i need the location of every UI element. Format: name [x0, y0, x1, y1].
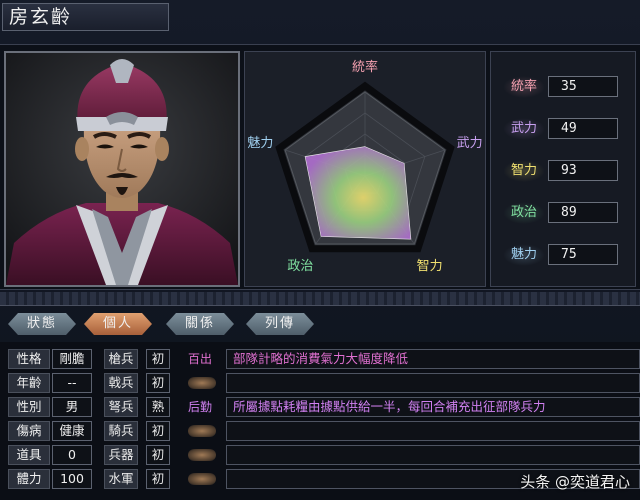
profile-value-personality: 剛膽 [52, 349, 92, 369]
profile-value-injury: 健康 [52, 421, 92, 441]
skill-desc-1: 部隊計略的消費氣力大幅度降低 [226, 349, 640, 369]
tab-relations[interactable]: 關係 [166, 313, 234, 335]
skill-empty-icon-5 [188, 449, 216, 461]
profile-label-injury: 傷病 [8, 421, 50, 441]
unit-grade-cavalry: 初 [146, 421, 170, 441]
unit-grade-crossbow: 熟 [146, 397, 170, 417]
tab-personal[interactable]: 個人 [84, 313, 152, 335]
stat-value-command: 35 [548, 76, 618, 97]
profile-value-items: 0 [52, 445, 92, 465]
unit-label-navy: 水軍 [104, 469, 138, 489]
stat-value-intelligence: 93 [548, 160, 618, 181]
stat-label-intelligence: 智力 [503, 160, 545, 182]
profile-value-age: -- [52, 373, 92, 393]
stat-row-war: 武力 49 [503, 118, 633, 140]
profile-label-age: 年齡 [8, 373, 50, 393]
tab-biography[interactable]: 列傳 [246, 313, 314, 335]
unit-grade-navy: 初 [146, 469, 170, 489]
skill-tag-1: 百出 [187, 352, 212, 366]
skill-desc-3: 所屬據點耗糧由據點供給一半，每回合補充出征部隊兵力 [226, 397, 640, 417]
stat-value-charisma: 75 [548, 244, 618, 265]
skill-empty-icon-6 [188, 473, 216, 485]
watermark: 头条 @奕道君心 [520, 473, 630, 491]
radar-axis-label-4: 政治 [287, 259, 313, 274]
profile-label-personality: 性格 [8, 349, 50, 369]
top-panel: 統率 武力 智力 政治 魅力 統率 35 武力 49 智力 93 政治 89 魅力 75 [0, 44, 640, 290]
unit-label-halberd: 戟兵 [104, 373, 138, 393]
stat-row-politics: 政治 89 [503, 202, 633, 224]
stat-label-politics: 政治 [503, 202, 545, 224]
unit-grade-halberd: 初 [146, 373, 170, 393]
tab-status[interactable]: 狀態 [8, 313, 76, 335]
skill-desc-4 [226, 421, 640, 441]
stat-label-charisma: 魅力 [503, 244, 545, 266]
divider [0, 292, 640, 306]
unit-grade-spear: 初 [146, 349, 170, 369]
unit-label-siege: 兵器 [104, 445, 138, 465]
profile-value-gender: 男 [52, 397, 92, 417]
stat-row-intelligence: 智力 93 [503, 160, 633, 182]
skill-desc-2 [226, 373, 640, 393]
profile-label-gender: 性別 [8, 397, 50, 417]
stat-value-war: 49 [548, 118, 618, 139]
stat-row-charisma: 魅力 75 [503, 244, 633, 266]
skill-empty-icon-2 [188, 377, 216, 389]
stat-label-war: 武力 [503, 118, 545, 140]
stat-value-politics: 89 [548, 202, 618, 223]
skill-empty-icon-4 [188, 425, 216, 437]
profile-label-items: 道具 [8, 445, 50, 465]
skill-desc-5 [226, 445, 640, 465]
radar-data-area [304, 146, 412, 240]
unit-label-crossbow: 弩兵 [104, 397, 138, 417]
character-screen: 房玄齡 統率 武力 智力 政治 魅力 統率 35 武力 49 智力 93 政治 … [0, 0, 640, 500]
character-name: 房玄齡 [2, 3, 169, 31]
portrait-image [6, 53, 238, 285]
radar-axis-label-5: 魅力 [247, 136, 273, 151]
unit-grade-siege: 初 [146, 445, 170, 465]
stats-panel: 統率 35 武力 49 智力 93 政治 89 魅力 75 [490, 51, 636, 287]
radar-svg: 統率武力智力 政治 魅力 [247, 59, 483, 274]
unit-label-spear: 槍兵 [104, 349, 138, 369]
stat-label-command: 統率 [503, 76, 545, 98]
radar-axis-label-1: 統率 [352, 59, 378, 75]
radar-chart: 統率武力智力 政治 魅力 [244, 51, 486, 287]
stat-row-command: 統率 35 [503, 76, 633, 98]
portrait [4, 51, 240, 287]
radar-axis-label-2: 武力 [457, 136, 483, 151]
profile-label-stamina: 體力 [8, 469, 50, 489]
profile-value-stamina: 100 [52, 469, 92, 489]
radar-axis-label-3: 智力 [417, 259, 443, 274]
skill-tag-3: 后勤 [187, 400, 212, 414]
unit-label-cavalry: 騎兵 [104, 421, 138, 441]
